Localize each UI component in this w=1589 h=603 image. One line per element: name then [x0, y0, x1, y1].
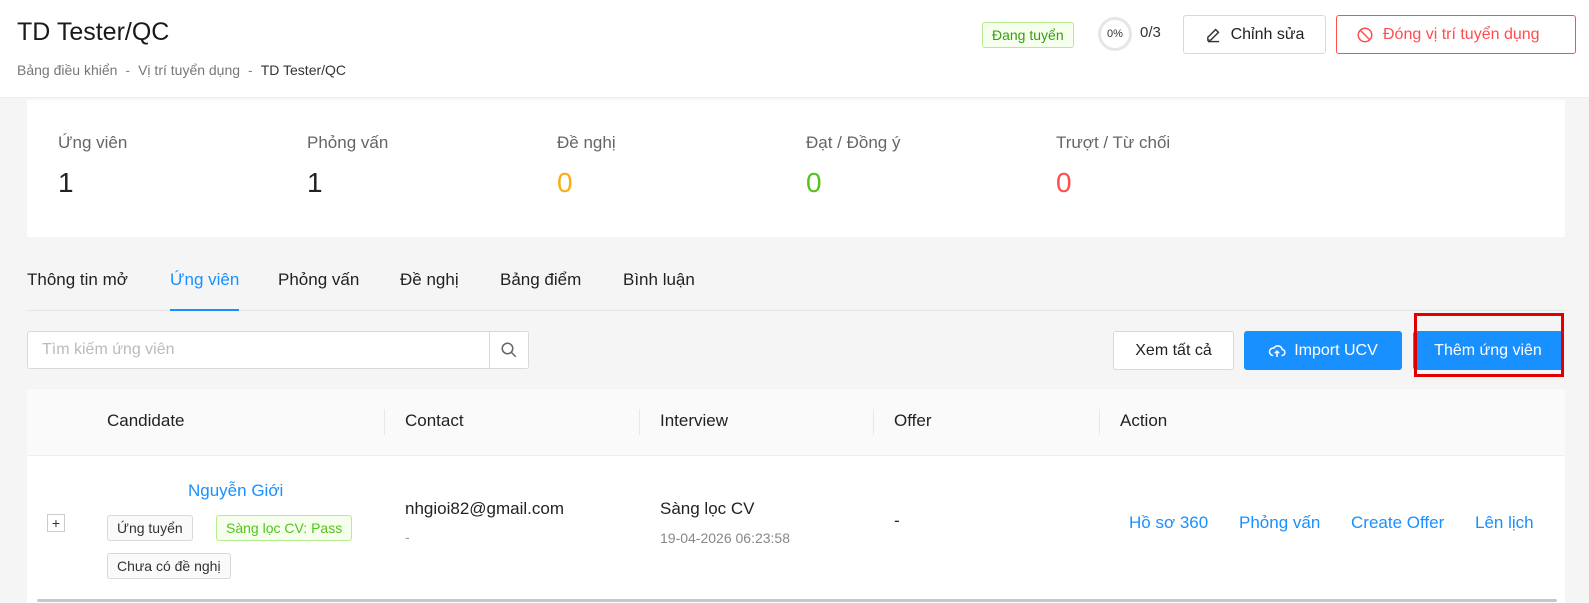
tab-interviews[interactable]: Phỏng vấn: [278, 270, 359, 311]
breadcrumb-separator: -: [248, 62, 253, 78]
stat-label: Ứng viên: [58, 133, 128, 152]
search-button[interactable]: [489, 332, 528, 368]
tab-open-info[interactable]: Thông tin mở: [27, 270, 128, 311]
column-divider: [384, 409, 385, 435]
column-header-interview: Interview: [660, 411, 729, 430]
stats-card: Ứng viên 1 Phỏng vấn 1 Đề nghị 0 Đạt / Đ…: [27, 100, 1565, 237]
status-badge: Đang tuyển: [982, 22, 1074, 48]
candidate-name-link[interactable]: Nguyễn Giới: [188, 481, 283, 501]
page-header: TD Tester/QC Bảng điều khiển - Vị trí tu…: [0, 0, 1589, 98]
stat-value: 0: [1056, 167, 1072, 198]
expand-row-button[interactable]: +: [47, 514, 65, 532]
close-position-button[interactable]: Đóng vị trí tuyển dụng: [1336, 15, 1576, 54]
stat-label: Trượt / Từ chối: [1056, 133, 1171, 152]
table-header: Candidate Contact Interview Offer Action: [27, 389, 1565, 456]
progress-count: 0/3: [1140, 24, 1161, 41]
screening-tag: Sàng lọc CV: Pass: [216, 515, 353, 541]
interview-time: 19-04-2026 06:23:58: [660, 530, 790, 546]
page-title: TD Tester/QC: [17, 18, 170, 46]
interview-stage: Sàng lọc CV: [660, 499, 755, 518]
stat-rejected: Trượt / Từ chối 0: [1056, 133, 1170, 199]
contact-email: nhgioi82@gmail.com: [405, 499, 565, 518]
cloud-upload-icon: [1268, 344, 1286, 357]
tab-comments[interactable]: Bình luận: [623, 270, 695, 311]
tab-bar: Thông tin mở Ứng viên Phỏng vấn Đề nghị …: [27, 258, 1565, 311]
contact-phone: -: [405, 529, 410, 545]
import-candidates-button[interactable]: Import UCV: [1244, 331, 1402, 370]
stat-value: 0: [557, 167, 573, 198]
progress-percent: 0%: [1107, 28, 1123, 40]
breadcrumb: Bảng điều khiển - Vị trí tuyển dụng - TD…: [17, 62, 346, 78]
stat-value: 0: [806, 167, 822, 198]
column-header-offer: Offer: [894, 411, 932, 430]
create-offer-link[interactable]: Create Offer: [1351, 513, 1444, 533]
column-divider: [639, 409, 640, 435]
tab-offers[interactable]: Đề nghị: [400, 270, 459, 311]
stat-interviews: Phỏng vấn 1: [307, 133, 388, 199]
candidates-table: Candidate Contact Interview Offer Action…: [27, 389, 1565, 603]
profile-360-link[interactable]: Hồ sơ 360: [1129, 513, 1208, 533]
stat-passed: Đạt / Đồng ý 0: [806, 133, 901, 199]
column-divider: [1099, 409, 1100, 435]
stat-label: Phỏng vấn: [307, 133, 389, 152]
edit-button-label: Chỉnh sửa: [1230, 25, 1305, 43]
column-header-action: Action: [1120, 411, 1168, 430]
stat-label: Đề nghị: [557, 133, 616, 152]
breadcrumb-positions[interactable]: Vị trí tuyển dụng: [138, 62, 240, 78]
stat-label: Đạt / Đồng ý: [806, 133, 901, 152]
edit-button[interactable]: Chỉnh sửa: [1183, 15, 1326, 54]
breadcrumb-dashboard[interactable]: Bảng điều khiển: [17, 62, 117, 78]
import-button-label: Import UCV: [1294, 341, 1378, 359]
interview-link[interactable]: Phỏng vấn: [1239, 513, 1320, 533]
schedule-link[interactable]: Lên lịch: [1475, 513, 1534, 533]
tab-candidates[interactable]: Ứng viên: [170, 270, 240, 311]
column-header-candidate: Candidate: [107, 411, 185, 430]
search-icon: [501, 342, 517, 358]
view-all-button[interactable]: Xem tất cả: [1113, 331, 1234, 370]
progress-circle: 0%: [1098, 17, 1132, 51]
offer-value: -: [894, 511, 900, 530]
horizontal-scrollbar[interactable]: [37, 599, 1557, 602]
tab-scorecard[interactable]: Bảng điểm: [500, 270, 581, 311]
search-input[interactable]: [28, 332, 489, 368]
column-divider: [873, 409, 874, 435]
pencil-icon: [1206, 28, 1220, 43]
column-header-contact: Contact: [405, 411, 464, 430]
breadcrumb-current: TD Tester/QC: [260, 62, 347, 78]
status-tag: Ứng tuyển: [107, 515, 193, 541]
search-box: [27, 331, 529, 369]
ban-icon: [1357, 27, 1373, 42]
stat-value: 1: [307, 167, 323, 198]
stat-candidates: Ứng viên 1: [58, 133, 127, 199]
offer-status-tag: Chưa có đề nghị: [107, 553, 231, 579]
stat-value: 1: [58, 167, 74, 198]
breadcrumb-separator: -: [125, 62, 131, 78]
stat-offers: Đề nghị 0: [557, 133, 616, 199]
close-position-label: Đóng vị trí tuyển dụng: [1383, 25, 1540, 43]
add-candidate-button[interactable]: Thêm ứng viên: [1413, 331, 1563, 370]
